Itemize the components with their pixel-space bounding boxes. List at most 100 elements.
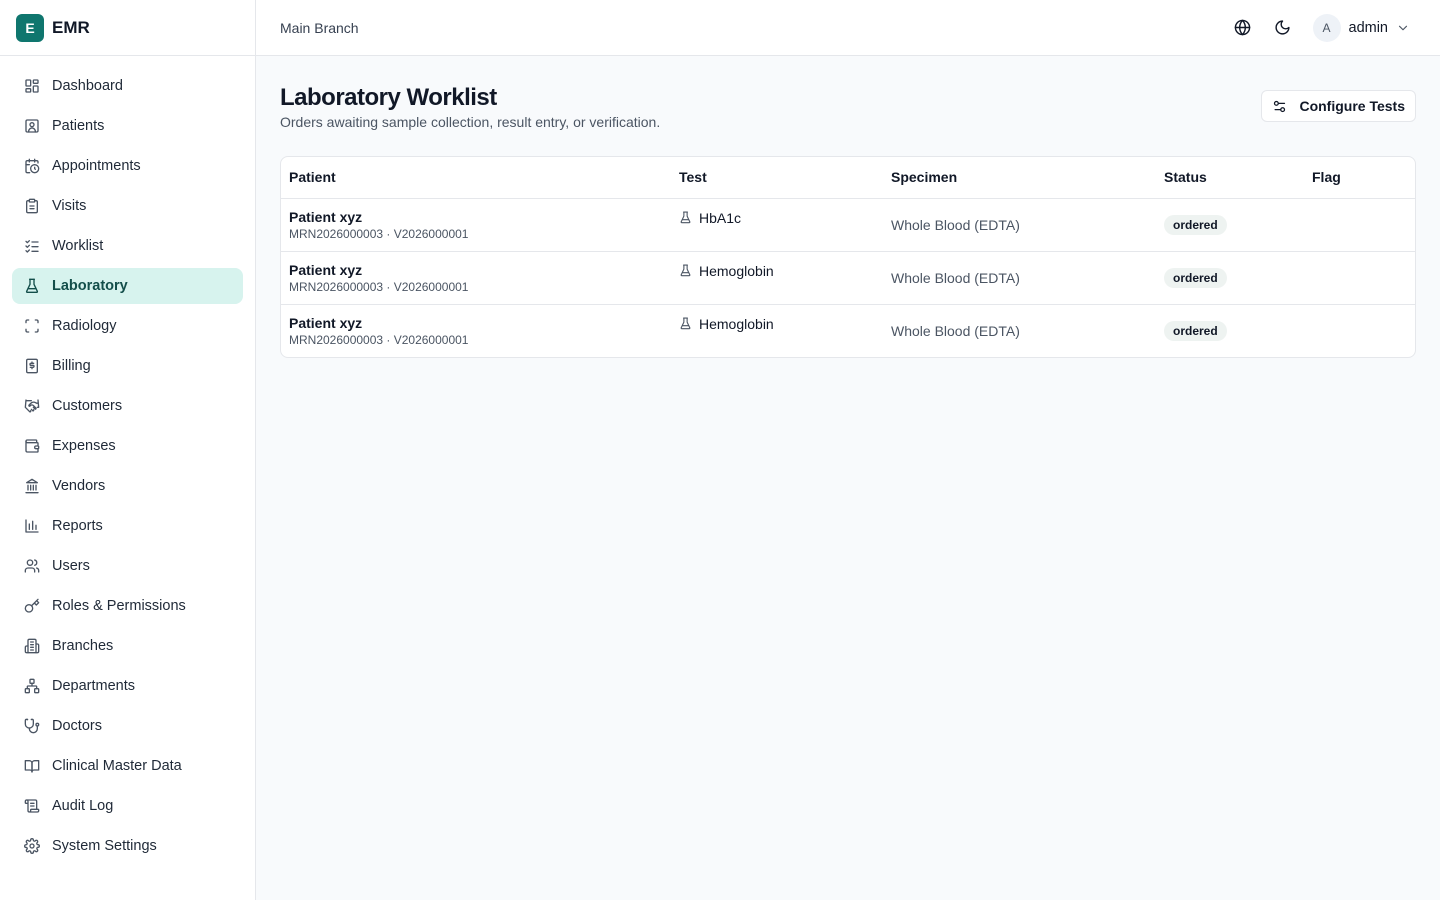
- patient-identifiers: MRN2026000003 · V2026000001: [289, 332, 469, 347]
- building-icon: [24, 638, 40, 654]
- checklist-icon: [24, 238, 40, 254]
- sidebar-item-radiology[interactable]: Radiology: [12, 308, 243, 344]
- patient-cell: Patient xyz MRN2026000003 · V2026000001: [281, 304, 671, 357]
- wallet-icon: [24, 438, 40, 454]
- brand-logo: E: [16, 13, 44, 42]
- flag-cell: [1304, 251, 1415, 305]
- table-row[interactable]: Patient xyz MRN2026000003 · V2026000001 …: [281, 251, 1415, 305]
- language-button[interactable]: [1227, 12, 1259, 44]
- status-cell: ordered: [1156, 304, 1304, 357]
- sidebar-item-billing[interactable]: Billing: [12, 348, 243, 384]
- calendar-clock-icon: [24, 158, 40, 174]
- sidebar-item-label: Appointments: [52, 158, 141, 174]
- sidebar-item-laboratory[interactable]: Laboratory: [12, 268, 243, 304]
- sidebar-item-label: Billing: [52, 358, 91, 374]
- test-cell: HbA1c: [671, 198, 883, 252]
- specimen-cell: Whole Blood (EDTA): [883, 251, 1156, 305]
- sidebar-item-label: Patients: [52, 118, 105, 134]
- sidebar-item-customers[interactable]: Customers: [12, 388, 243, 424]
- patient-cell: Patient xyz MRN2026000003 · V2026000001: [281, 198, 671, 252]
- sidebar-item-dashboard[interactable]: Dashboard: [12, 68, 243, 104]
- key-icon: [24, 598, 40, 614]
- flask-icon: [680, 264, 691, 277]
- sidebar-item-label: Users: [52, 558, 90, 574]
- table-row[interactable]: Patient xyz MRN2026000003 · V2026000001 …: [281, 198, 1415, 252]
- configure-tests-button[interactable]: Configure Tests: [1261, 90, 1416, 122]
- lab-worklist-table: Patient Test Specimen Status Flag Patien…: [280, 156, 1416, 358]
- org-chart-icon: [24, 678, 40, 694]
- column-header-test: Test: [671, 157, 883, 199]
- sidebar-item-label: Dashboard: [52, 78, 123, 94]
- sidebar-item-worklist[interactable]: Worklist: [12, 228, 243, 264]
- page-header: Laboratory Worklist Orders awaiting samp…: [280, 80, 1416, 130]
- sidebar-item-clinical-master-data[interactable]: Clinical Master Data: [12, 748, 243, 784]
- flask-icon: [680, 317, 691, 330]
- dashboard-icon: [24, 78, 40, 94]
- sidebar-item-system-settings[interactable]: System Settings: [12, 828, 243, 864]
- theme-toggle-button[interactable]: [1267, 12, 1299, 44]
- scroll-icon: [24, 798, 40, 814]
- sidebar-item-label: Worklist: [52, 238, 104, 254]
- column-header-patient: Patient: [281, 157, 671, 199]
- patient-identifiers: MRN2026000003 · V2026000001: [289, 279, 469, 294]
- status-badge: ordered: [1164, 214, 1227, 235]
- test-name: Hemoglobin: [699, 262, 774, 279]
- column-header-flag: Flag: [1304, 157, 1415, 199]
- table-header-row: Patient Test Specimen Status Flag: [281, 157, 1415, 199]
- sidebar-item-branches[interactable]: Branches: [12, 628, 243, 664]
- main-content: Laboratory Worklist Orders awaiting samp…: [256, 56, 1440, 900]
- receipt-icon: [24, 358, 40, 374]
- sliders-icon: [1274, 100, 1286, 112]
- flag-cell: [1304, 198, 1415, 252]
- status-badge: ordered: [1164, 320, 1227, 341]
- sidebar-item-departments[interactable]: Departments: [12, 668, 243, 704]
- sidebar: E EMR Dashboard Patients Appointments Vi…: [0, 0, 256, 900]
- sidebar-item-appointments[interactable]: Appointments: [12, 148, 243, 184]
- sidebar-item-label: Roles & Permissions: [52, 598, 186, 614]
- sidebar-item-users[interactable]: Users: [12, 548, 243, 584]
- chevron-down-icon: [1398, 25, 1408, 30]
- flask-icon: [24, 278, 40, 294]
- branch-selector[interactable]: Main Branch: [280, 20, 359, 36]
- patient-name: Patient xyz: [289, 314, 363, 331]
- sidebar-item-patients[interactable]: Patients: [12, 108, 243, 144]
- brand[interactable]: E EMR: [0, 0, 255, 56]
- clipboard-icon: [24, 198, 40, 214]
- sidebar-nav: Dashboard Patients Appointments Visits W…: [0, 56, 255, 864]
- sidebar-item-vendors[interactable]: Vendors: [12, 468, 243, 504]
- column-header-specimen: Specimen: [883, 157, 1156, 199]
- bank-icon: [24, 478, 40, 494]
- flag-cell: [1304, 304, 1415, 357]
- test-cell: Hemoglobin: [671, 251, 883, 305]
- sidebar-item-roles-permissions[interactable]: Roles & Permissions: [12, 588, 243, 624]
- test-name: HbA1c: [699, 209, 742, 226]
- sidebar-item-expenses[interactable]: Expenses: [12, 428, 243, 464]
- test-name: Hemoglobin: [699, 315, 774, 332]
- gear-icon: [24, 838, 40, 854]
- sidebar-item-reports[interactable]: Reports: [12, 508, 243, 544]
- user-menu[interactable]: A admin: [1312, 13, 1417, 42]
- scan-icon: [24, 318, 40, 334]
- sidebar-item-doctors[interactable]: Doctors: [12, 708, 243, 744]
- handshake-icon: [24, 398, 40, 414]
- sidebar-item-label: Reports: [52, 518, 103, 534]
- top-actions: A admin: [1219, 12, 1417, 44]
- sidebar-item-audit-log[interactable]: Audit Log: [12, 788, 243, 824]
- topbar: Main Branch A admin: [256, 0, 1440, 56]
- users-icon: [24, 558, 40, 574]
- globe-icon: [1234, 19, 1251, 36]
- status-cell: ordered: [1156, 251, 1304, 305]
- column-header-status: Status: [1156, 157, 1304, 199]
- sidebar-item-label: Customers: [52, 398, 123, 414]
- table-row[interactable]: Patient xyz MRN2026000003 · V2026000001 …: [281, 304, 1415, 357]
- sidebar-item-label: Audit Log: [52, 798, 114, 814]
- avatar: A: [1312, 13, 1341, 42]
- sidebar-item-visits[interactable]: Visits: [12, 188, 243, 224]
- sidebar-item-label: Laboratory: [52, 278, 128, 294]
- patient-cell: Patient xyz MRN2026000003 · V2026000001: [281, 251, 671, 305]
- page-subtitle: Orders awaiting sample collection, resul…: [280, 114, 661, 130]
- patient-name: Patient xyz: [289, 261, 363, 278]
- patient-identifiers: MRN2026000003 · V2026000001: [289, 226, 469, 241]
- username: admin: [1348, 19, 1389, 36]
- sidebar-item-label: Clinical Master Data: [52, 758, 182, 774]
